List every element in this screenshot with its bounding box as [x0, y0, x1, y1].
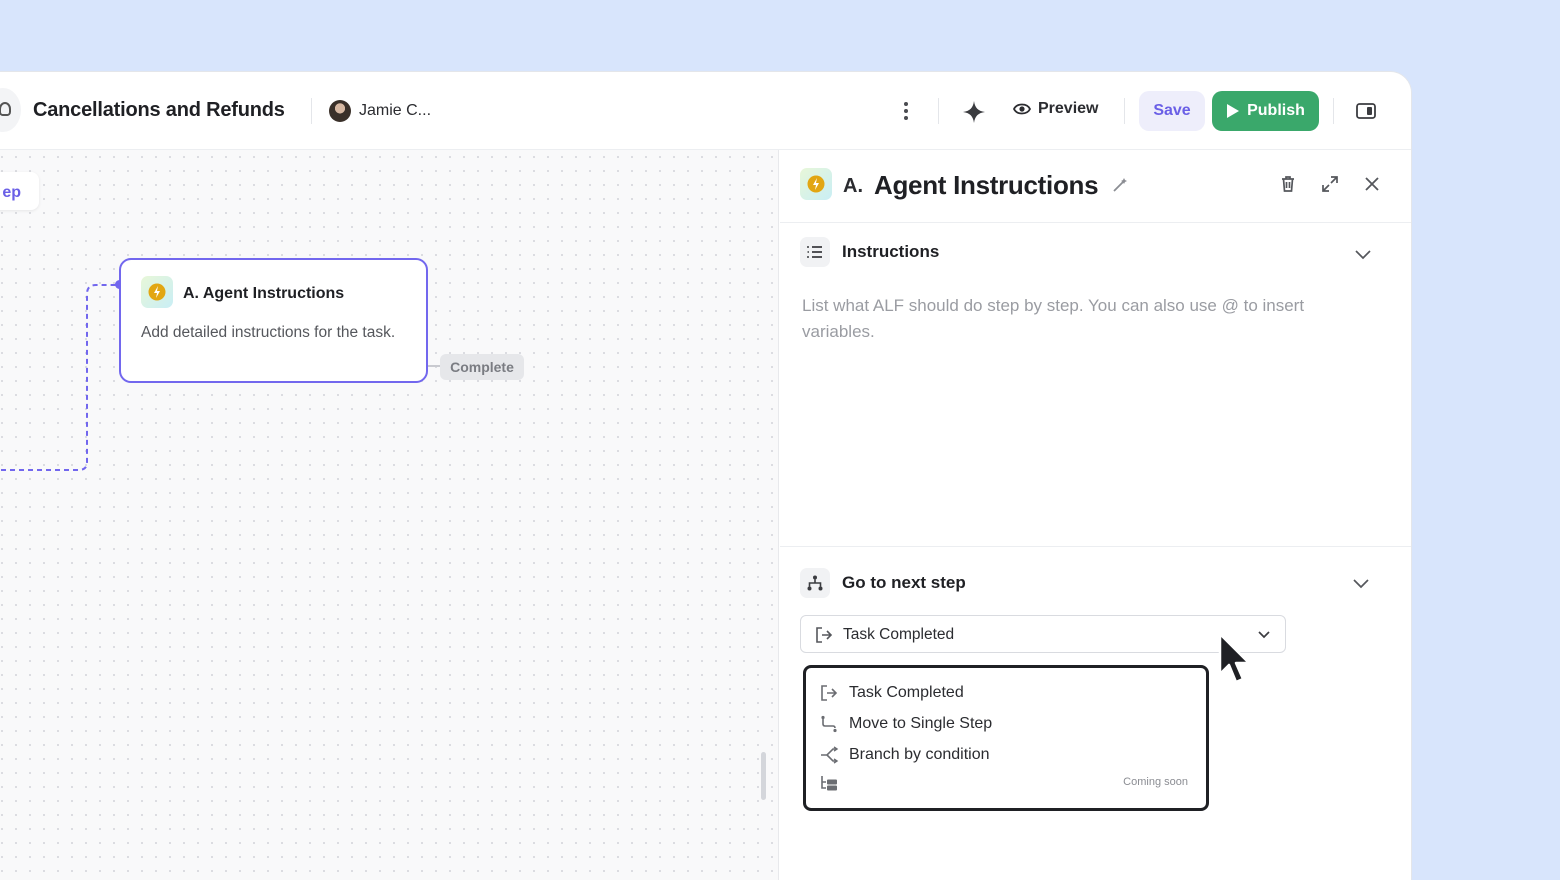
flow-icon	[800, 568, 830, 598]
magic-wand-icon[interactable]	[1111, 176, 1129, 194]
exit-icon	[816, 627, 833, 643]
exit-icon	[821, 685, 838, 701]
expand-icon[interactable]	[1320, 174, 1340, 194]
option-move-to-single-step[interactable]: Move to Single Step	[819, 712, 992, 736]
select-value: Task Completed	[843, 626, 955, 643]
next-step-title: Go to next step	[842, 573, 966, 592]
sparkle-icon[interactable]	[962, 100, 986, 124]
divider	[938, 98, 939, 124]
panel-title: Agent Instructions	[874, 170, 1099, 200]
top-bar: Cancellations and Refunds Jamie C... Pre…	[0, 72, 1411, 150]
agent-icon	[800, 168, 832, 200]
user-chip[interactable]: Jamie C...	[329, 100, 431, 122]
coming-soon-label: Coming soon	[1123, 776, 1188, 788]
list-tree-icon	[821, 776, 837, 791]
properties-panel: A. Agent Instructions Instructions List …	[780, 150, 1411, 880]
workflow-canvas[interactable]: ep A. Agent Instructions Add detailed in…	[0, 150, 779, 880]
chevron-down-icon[interactable]	[1351, 573, 1371, 593]
eye-icon	[1013, 103, 1031, 115]
instructions-title: Instructions	[842, 242, 940, 261]
mouse-cursor-icon	[1218, 632, 1251, 684]
agent-icon	[141, 276, 173, 308]
play-icon	[1227, 104, 1240, 118]
option-label: Task Completed	[849, 684, 964, 701]
preview-label: Preview	[1038, 100, 1099, 117]
branch-icon	[821, 746, 839, 764]
app-window: Cancellations and Refunds Jamie C... Pre…	[0, 71, 1412, 880]
trash-icon[interactable]	[1278, 174, 1298, 194]
agent-instructions-node[interactable]: A. Agent Instructions Add detailed instr…	[119, 258, 428, 383]
publish-label: Publish	[1247, 102, 1305, 119]
divider	[311, 98, 312, 124]
chevron-down-icon[interactable]	[1353, 244, 1373, 264]
option-label: Branch by condition	[849, 746, 990, 763]
divider	[1124, 98, 1125, 124]
complete-tag: Complete	[440, 354, 524, 380]
page-title: Cancellations and Refunds	[33, 99, 285, 121]
close-icon[interactable]	[1362, 174, 1382, 194]
save-button[interactable]: Save	[1139, 91, 1205, 131]
node-description: Add detailed instructions for the task.	[141, 324, 396, 341]
next-step-dropdown: Task Completed Move to Single Step Branc…	[803, 665, 1209, 811]
list-icon	[800, 237, 830, 267]
option-coming-soon	[819, 772, 839, 796]
headset-icon	[0, 102, 11, 116]
step-prefix: A.	[843, 175, 863, 197]
resize-handle[interactable]	[761, 752, 766, 800]
publish-button[interactable]: Publish	[1212, 91, 1319, 131]
section-divider	[780, 546, 1411, 547]
next-step-select[interactable]: Task Completed	[800, 615, 1286, 653]
option-task-completed[interactable]: Task Completed	[819, 681, 964, 705]
divider	[1333, 98, 1334, 124]
chevron-down-icon	[1258, 631, 1270, 639]
node-title: A. Agent Instructions	[183, 285, 345, 302]
panel-toggle-icon[interactable]	[1356, 103, 1376, 119]
panel-header: A. Agent Instructions	[780, 150, 1411, 223]
back-button[interactable]	[0, 88, 21, 132]
more-options-icon[interactable]	[902, 102, 910, 122]
instructions-input[interactable]: List what ALF should do step by step. Yo…	[802, 293, 1362, 345]
option-label: Move to Single Step	[849, 715, 993, 732]
user-name: Jamie C...	[359, 102, 432, 119]
option-branch-by-condition[interactable]: Branch by condition	[819, 743, 990, 767]
avatar	[329, 100, 351, 122]
step-path-icon	[821, 715, 837, 733]
preview-button[interactable]: Preview	[1013, 100, 1098, 118]
